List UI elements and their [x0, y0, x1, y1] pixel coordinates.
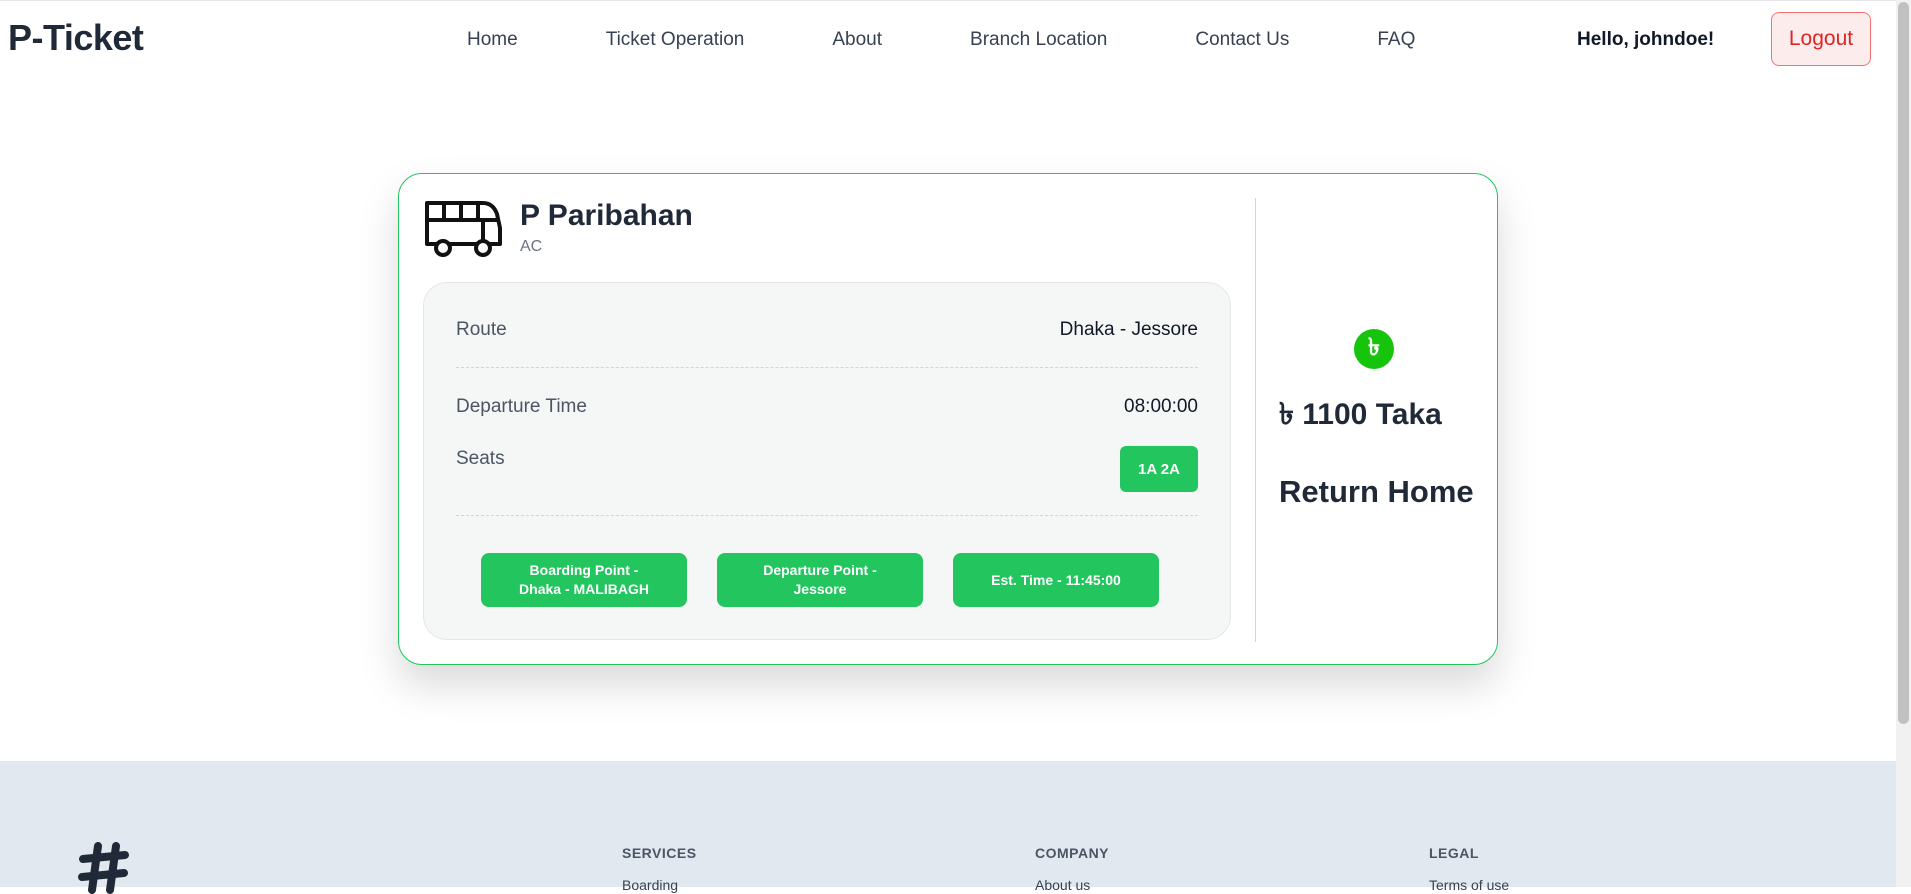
- footer-heading-legal: LEGAL: [1429, 845, 1479, 861]
- nav-link-branch-location[interactable]: Branch Location: [970, 29, 1107, 51]
- scrollbar-thumb[interactable]: [1898, 2, 1909, 724]
- site-logo[interactable]: P-Ticket: [8, 17, 144, 59]
- nav-links: Home Ticket Operation About Branch Locat…: [467, 29, 1415, 51]
- trip-details: Route Dhaka - Jessore Departure Time 08:…: [423, 282, 1231, 640]
- hash-icon[interactable]: [78, 842, 130, 894]
- est-time-button[interactable]: Est. Time - 11:45:00: [953, 553, 1159, 607]
- operator-name: P Paribahan: [520, 199, 693, 232]
- boarding-point-button[interactable]: Boarding Point - Dhaka - MALIBAGH: [481, 553, 687, 607]
- departure-time-value: 08:00:00: [1124, 396, 1198, 417]
- route-label: Route: [456, 319, 507, 340]
- nav-link-home[interactable]: Home: [467, 29, 518, 51]
- vertical-divider: [1255, 198, 1256, 642]
- ticket-price: ৳ 1100 Taka: [1279, 398, 1442, 431]
- taka-icon: ৳: [1354, 329, 1394, 369]
- nav-link-contact-us[interactable]: Contact Us: [1195, 29, 1289, 51]
- departure-time-label: Departure Time: [456, 396, 587, 417]
- bus-class: AC: [520, 238, 543, 255]
- footer-link-about-us[interactable]: About us: [1035, 877, 1090, 893]
- page: P-Ticket Home Ticket Operation About Bra…: [0, 0, 1896, 894]
- footer-link-boarding[interactable]: Boarding: [622, 877, 678, 893]
- nav-link-ticket-operation[interactable]: Ticket Operation: [606, 29, 745, 51]
- nav-link-about[interactable]: About: [832, 29, 882, 51]
- footer: SERVICES Boarding COMPANY About us LEGAL…: [0, 761, 1896, 894]
- navbar: P-Ticket Home Ticket Operation About Bra…: [0, 0, 1896, 79]
- divider: [456, 367, 1198, 368]
- footer-link-terms[interactable]: Terms of use: [1429, 877, 1509, 893]
- logout-button[interactable]: Logout: [1771, 12, 1871, 66]
- bus-icon: [425, 201, 502, 257]
- footer-heading-services: SERVICES: [622, 845, 697, 861]
- user-greeting: Hello, johndoe!: [1577, 29, 1715, 50]
- scrollbar[interactable]: [1896, 0, 1911, 887]
- divider: [456, 515, 1198, 516]
- ticket-card: P Paribahan AC Route Dhaka - Jessore Dep…: [398, 173, 1498, 665]
- seats-label: Seats: [456, 448, 505, 469]
- footer-heading-company: COMPANY: [1035, 845, 1110, 861]
- departure-point-button[interactable]: Departure Point - Jessore: [717, 553, 923, 607]
- return-home-link[interactable]: Return Home: [1279, 474, 1474, 510]
- seats-badge[interactable]: 1A 2A: [1120, 446, 1198, 492]
- nav-link-faq[interactable]: FAQ: [1377, 29, 1415, 51]
- route-value: Dhaka - Jessore: [1059, 319, 1198, 340]
